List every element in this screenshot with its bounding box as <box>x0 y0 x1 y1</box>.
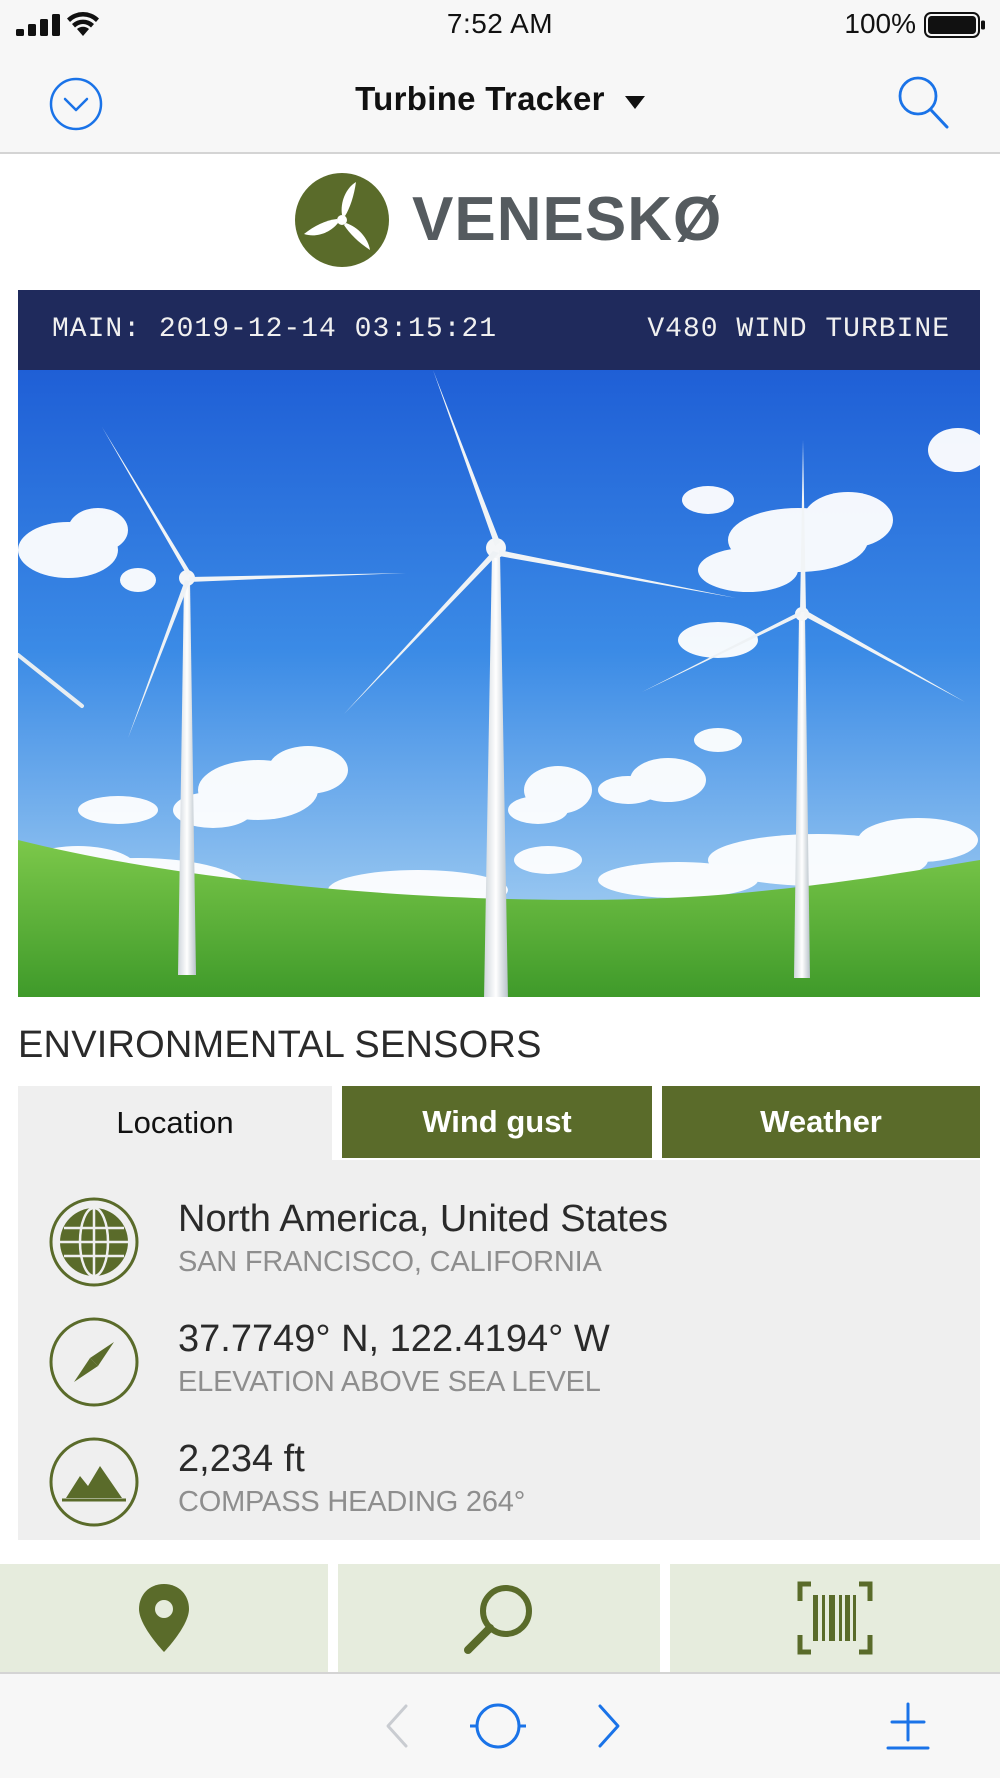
coordinates-label: ELEVATION ABOVE SEA LEVEL <box>178 1366 601 1398</box>
banner-model: V480 WIND TURBINE <box>647 314 950 345</box>
compass-icon <box>49 1317 139 1407</box>
scan-barcode-button[interactable] <box>670 1564 1000 1672</box>
navigation-bar: Turbine Tracker <box>0 50 1000 154</box>
battery-icon <box>924 12 985 38</box>
globe-icon <box>49 1197 139 1287</box>
tab-location[interactable]: Location <box>18 1086 332 1160</box>
nav-title: Turbine Tracker <box>355 80 605 117</box>
sensor-panel: North America, United States SAN FRANCIS… <box>18 1160 980 1540</box>
map-pin-icon <box>139 1584 189 1652</box>
title-dropdown[interactable]: Turbine Tracker <box>0 80 1000 118</box>
sensor-tabs: Location Wind gust Weather <box>18 1086 980 1160</box>
coordinates-value: 37.7749° N, 122.4194° W <box>178 1318 610 1360</box>
magnifier-icon <box>464 1585 532 1654</box>
tab-weather[interactable]: Weather <box>662 1086 980 1158</box>
action-bar <box>0 1564 1000 1672</box>
heading-label: COMPASS HEADING 264° <box>178 1486 526 1518</box>
circle-icon[interactable] <box>470 1700 526 1752</box>
plus-icon[interactable] <box>880 1700 936 1752</box>
status-bar: 7:52 AM 100% <box>0 0 1000 50</box>
search-icon[interactable] <box>896 74 950 130</box>
banner-timestamp: MAIN: 2019-12-14 03:15:21 <box>52 314 498 345</box>
browser-toolbar <box>0 1672 1000 1778</box>
wind-turbines-photo <box>18 370 980 997</box>
sensor-row-elevation: 2,234 ft COMPASS HEADING 264° <box>18 1418 980 1528</box>
caret-down-icon <box>624 96 645 110</box>
locate-button[interactable] <box>0 1564 328 1672</box>
tab-wind-gust[interactable]: Wind gust <box>342 1086 652 1158</box>
location-region: North America, United States <box>178 1198 668 1240</box>
sensor-row-coordinates: 37.7749° N, 122.4194° W ELEVATION ABOVE … <box>18 1298 980 1408</box>
chevron-right-icon[interactable] <box>580 1700 636 1752</box>
sensor-row-location: North America, United States SAN FRANCIS… <box>18 1178 980 1288</box>
brand-name: VENESKØ <box>412 185 723 254</box>
chevron-left-icon[interactable] <box>370 1700 426 1752</box>
turbine-logo-icon <box>295 173 389 267</box>
barcode-scan-icon <box>797 1581 873 1655</box>
location-city: SAN FRANCISCO, CALIFORNIA <box>178 1246 602 1278</box>
turbine-banner: MAIN: 2019-12-14 03:15:21 V480 WIND TURB… <box>18 290 980 370</box>
section-title: ENVIRONMENTAL SENSORS <box>18 1024 542 1066</box>
mountain-icon <box>49 1437 139 1527</box>
battery-percentage: 100% <box>844 8 916 39</box>
elevation-value: 2,234 ft <box>178 1438 305 1480</box>
search-button[interactable] <box>338 1564 660 1672</box>
brand-header: VENESKØ <box>0 170 1000 270</box>
